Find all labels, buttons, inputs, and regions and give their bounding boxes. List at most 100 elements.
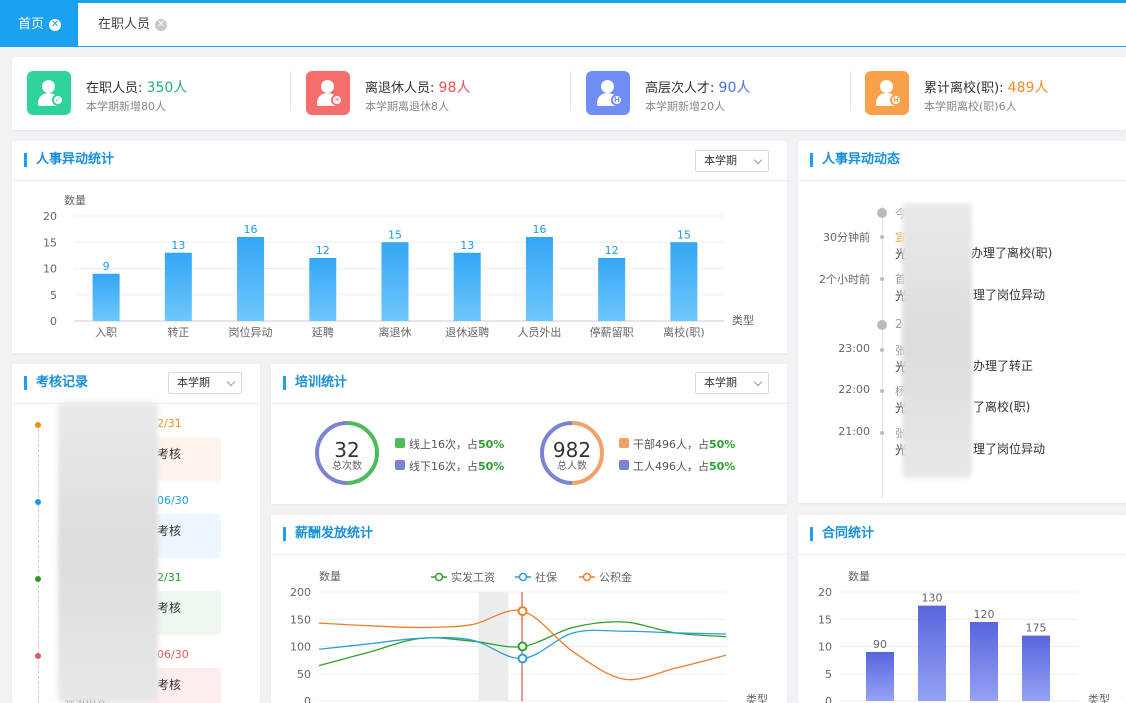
bar [1022,635,1050,701]
user-check-icon: ✓ [27,71,71,115]
timeline-action: 理了岗位异动 [973,288,1046,302]
bar-value-label: 120 [974,608,995,621]
legend-marker [518,572,528,582]
timeline-action: 理了岗位异动 [973,442,1046,456]
bar [381,242,409,321]
bar [970,621,998,701]
close-icon[interactable]: ✕ [49,19,62,31]
x-axis-title: 类型 [732,313,754,327]
exam-dot [35,422,41,428]
timeline-dot [880,235,884,239]
timeline-action: 办理了转正 [973,359,1034,373]
tab-staff[interactable]: 在职人员 ✕ [80,3,181,47]
semester-select[interactable]: 本学期 [168,372,242,394]
contract-card: 合同统计 数量 0 5 10 15 20 类型 90 130 120 175 [798,515,1126,703]
y-tick-label: 200 [290,586,311,599]
stat-value: 98人 [438,80,471,96]
y-axis-title: 数量 [319,570,341,583]
salary-card: 薪酬发放统计 数量 0 50 100 150 200 类型 实发工资 社保 公积金 [271,515,787,703]
chevron-down-icon [226,377,236,387]
exam-dot [35,499,41,505]
legend-swatch [395,460,405,470]
stat-value: 90人 [718,80,751,96]
bar-value-label: 13 [171,239,185,252]
legend-offline: 线下16次，占50% [409,460,505,473]
bar [309,258,337,321]
timeline-time: 21:00 [838,425,870,438]
y-tick-label: 10 [43,263,57,276]
salary-chart: 数量 0 50 100 150 200 类型 实发工资 社保 公积金 [290,570,768,703]
bar-value-label: 9 [103,260,110,273]
tab-bar: 首页 ✕ 在职人员 ✕ [0,0,1126,47]
stat-label: 高层次人才: 90人 [645,80,751,96]
blurred-region [58,402,158,702]
timeline-time: 30分钟前 [823,231,870,244]
bar [525,237,553,321]
stats-card: ✓ 在职人员: 350人 本学期新增80人 ✕ 离退休人员: 98人 本学期离退… [12,57,1126,130]
bar [866,651,894,701]
hr-dynamic-card: 人事异动动态 今 30分钟前宣光办理了离校(职) 2个小时前首光理了岗位异动 2 23:… [798,141,1126,503]
bar-value-label: 12 [316,244,330,257]
y-tick-label: 0 [50,315,57,328]
x-tick-label: 转正 [167,325,189,339]
hr-change-chart: 数量 0 5 10 15 20 类型 9 入职 13 转正 16 岗位异动 12 延聘 15 离退休 13 退休返聘… [43,194,754,339]
exam-date: 2/31 [157,571,182,584]
card-title: 人事异动动态 [810,153,900,167]
hr-change-card: 人事异动统计 本学期 数量 0 5 10 15 20 类型 9 入职 13 转正 16 岗位异动 12 延聘… [12,141,787,353]
stat-value: 489人 [1007,80,1049,96]
bar [453,252,481,321]
exam-title: 考核 [157,447,182,461]
x-tick-label: 岗位异动 [229,325,273,339]
exam-dot [35,576,41,582]
x-tick-label: 人员外出 [517,325,561,339]
y-tick-label: 5 [825,668,832,681]
legend-online: 线上16次，占50% [409,438,505,451]
legend-cadre: 干部496人，占50% [633,438,736,451]
bar-value-label: 15 [388,228,402,241]
y-axis-title: 数量 [64,194,86,207]
bar-value-label: 15 [677,228,691,241]
bar-value-label: 16 [244,223,258,236]
stat-label: 离退休人员: 98人 [365,80,471,96]
bar [237,237,265,321]
x-tick-label: 停薪留职 [590,325,634,339]
contract-chart: 数量 0 5 10 15 20 类型 90 130 120 175 [818,570,1110,703]
tab-staff-label: 在职人员 [98,17,151,32]
y-tick-label: 20 [43,210,57,223]
card-title: 考核记录 [24,376,88,390]
bar-value-label: 13 [460,239,474,252]
exam-card: 考核记录 本学期 2/31考核06/30考核2/31考核06/30考核共986人 [12,364,260,703]
y-tick-label: 0 [825,695,832,703]
user-remove-icon: ✕ [306,71,350,115]
legend-marker [434,572,444,582]
bar-value-label: 130 [922,592,943,605]
series-point [517,653,528,664]
series-point [517,606,528,617]
stat-sub: 本学期新增80人 [86,100,166,113]
bar-value-label: 12 [605,244,619,257]
select-value: 本学期 [177,376,210,389]
timeline-action: 办理了离校(职) [971,246,1053,260]
legend-label: 实发工资 [451,570,495,584]
y-tick-label: 15 [43,236,57,249]
legend-swatch [619,460,629,470]
close-icon[interactable]: ✕ [155,19,168,31]
y-tick-label: 20 [818,586,832,599]
stat-sub: 本学期离退休8人 [365,100,449,113]
legend-swatch [619,438,629,448]
timeline-dot [880,389,884,393]
timeline-dot [880,348,884,352]
exam-title: 考核 [157,678,182,692]
donut-total-count-label: 总次数 [332,461,362,472]
legend-worker: 工人496人，占50% [633,460,736,473]
tab-home[interactable]: 首页 ✕ [0,3,78,47]
bar [918,605,946,701]
bar-value-label: 90 [873,638,887,651]
y-tick-label: 15 [818,613,832,626]
exam-date: 06/30 [157,648,189,661]
exam-title: 考核 [157,524,182,538]
bar [92,273,120,321]
timeline-action: 了离校(职) [973,400,1031,414]
legend-label: 社保 [535,570,557,584]
y-tick-label: 0 [304,695,311,703]
